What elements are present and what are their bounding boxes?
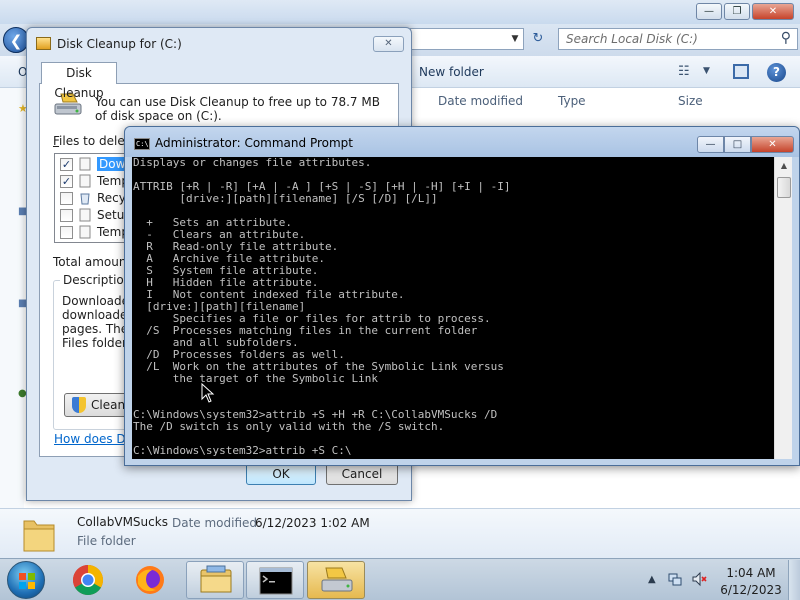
dialog-close-button[interactable]: ✕ (373, 36, 404, 52)
details-item-name: CollabVMSucks (77, 515, 168, 529)
console-line: the target of the Symbolic Link (133, 372, 379, 385)
clock-time[interactable]: 1:04 AM (726, 566, 776, 580)
console-line: The /D switch is only valid with the /S … (133, 420, 445, 433)
view-dropdown-icon[interactable]: ▼ (703, 66, 710, 76)
close-button[interactable]: ✕ (752, 3, 794, 20)
scroll-thumb[interactable] (777, 177, 791, 198)
item-checkbox[interactable] (60, 192, 73, 205)
scroll-up-icon[interactable]: ▲ (776, 158, 792, 174)
cmd-minimize-button[interactable]: — (697, 136, 724, 153)
tab-disk-cleanup[interactable]: Disk Cleanup (41, 62, 117, 100)
details-item-type: File folder (77, 534, 136, 548)
show-desktop-button[interactable] (788, 560, 800, 600)
file-icon (79, 174, 91, 188)
item-checkbox[interactable]: ✓ (60, 158, 73, 171)
explorer-caption-buttons: — ❐ ✕ (696, 3, 794, 20)
preview-pane-icon[interactable] (733, 64, 749, 79)
folder-icon (23, 520, 55, 552)
cmd-close-button[interactable]: ✕ (751, 136, 794, 153)
taskbar-explorer[interactable] (186, 561, 244, 599)
cmd-title: Administrator: Command Prompt (155, 136, 353, 150)
search-placeholder: Search Local Disk (C:) (566, 32, 698, 46)
address-box[interactable] (410, 28, 524, 50)
console-output[interactable]: Displays or changes file attributes. ATT… (132, 157, 774, 459)
command-prompt-window: C:\ Administrator: Command Prompt — □ ✕ … (124, 126, 800, 466)
clock-date[interactable]: 6/12/2023 (718, 583, 784, 597)
help-icon[interactable]: ? (767, 63, 786, 82)
item-checkbox[interactable]: ✓ (60, 175, 73, 188)
item-checkbox[interactable] (60, 209, 73, 222)
mouse-cursor-icon (201, 383, 215, 403)
cmd-maximize-button[interactable]: □ (724, 136, 751, 153)
file-icon (79, 157, 91, 171)
disk-cleanup-icon (321, 567, 353, 592)
details-modified-label: Date modified: (172, 516, 262, 530)
show-hidden-icons-icon[interactable]: ▲ (648, 574, 656, 585)
taskbar-command-prompt[interactable] (246, 561, 304, 599)
refresh-icon[interactable]: ↻ (527, 29, 549, 49)
taskbar-disk-cleanup[interactable] (307, 561, 365, 599)
dialog-title: Disk Cleanup for (C:) (57, 37, 182, 51)
cancel-button[interactable]: Cancel (326, 463, 398, 485)
search-icon: ⚲ (780, 30, 791, 46)
recycle-bin-icon (80, 193, 90, 205)
cmd-icon: C:\ (134, 138, 150, 150)
firefox-icon[interactable] (134, 564, 166, 596)
navigation-pane: ★ ■ ■ ● (0, 88, 28, 508)
file-icon (79, 208, 91, 222)
uac-shield-icon (72, 397, 86, 413)
new-folder-button[interactable]: New folder (419, 65, 484, 79)
console-text: Displays or changes file attributes. ATT… (133, 157, 773, 457)
explorer-icon (200, 565, 232, 593)
change-view-icon[interactable]: ☷ (678, 64, 690, 79)
volume-muted-icon[interactable] (691, 571, 707, 587)
column-date-modified[interactable]: Date modified (438, 94, 523, 108)
network-tray-icon[interactable] (667, 571, 683, 587)
ok-button[interactable]: OK (246, 463, 316, 485)
console-line: C:\Windows\system32>attrib +S C:\ (133, 444, 352, 457)
disk-cleanup-title-icon (36, 37, 51, 50)
maximize-button[interactable]: ❐ (724, 3, 750, 20)
console-line: Displays or changes file attributes. (133, 157, 372, 169)
details-modified-value: 6/12/2023 1:02 AM (255, 516, 370, 530)
column-type[interactable]: Type (558, 94, 586, 108)
cmd-taskbar-icon (259, 567, 293, 595)
file-icon (79, 225, 91, 239)
windows-logo-icon (19, 573, 35, 589)
intro-text: You can use Disk Cleanup to free up to 7… (95, 95, 380, 123)
minimize-button[interactable]: — (696, 3, 722, 20)
start-button[interactable] (7, 561, 45, 599)
search-input[interactable]: Search Local Disk (C:) ⚲ (558, 28, 798, 50)
cmd-vertical-scrollbar[interactable]: ▲ (774, 157, 792, 459)
cmd-caption-buttons: — □ ✕ (697, 136, 794, 153)
chrome-icon[interactable] (72, 564, 104, 596)
explorer-titlebar (0, 0, 800, 24)
item-checkbox[interactable] (60, 226, 73, 239)
console-line: [drive:][path][filename] [/S [/D] [/L]] (133, 192, 438, 205)
address-dropdown-icon[interactable]: ▼ (508, 29, 522, 49)
column-size[interactable]: Size (678, 94, 703, 108)
